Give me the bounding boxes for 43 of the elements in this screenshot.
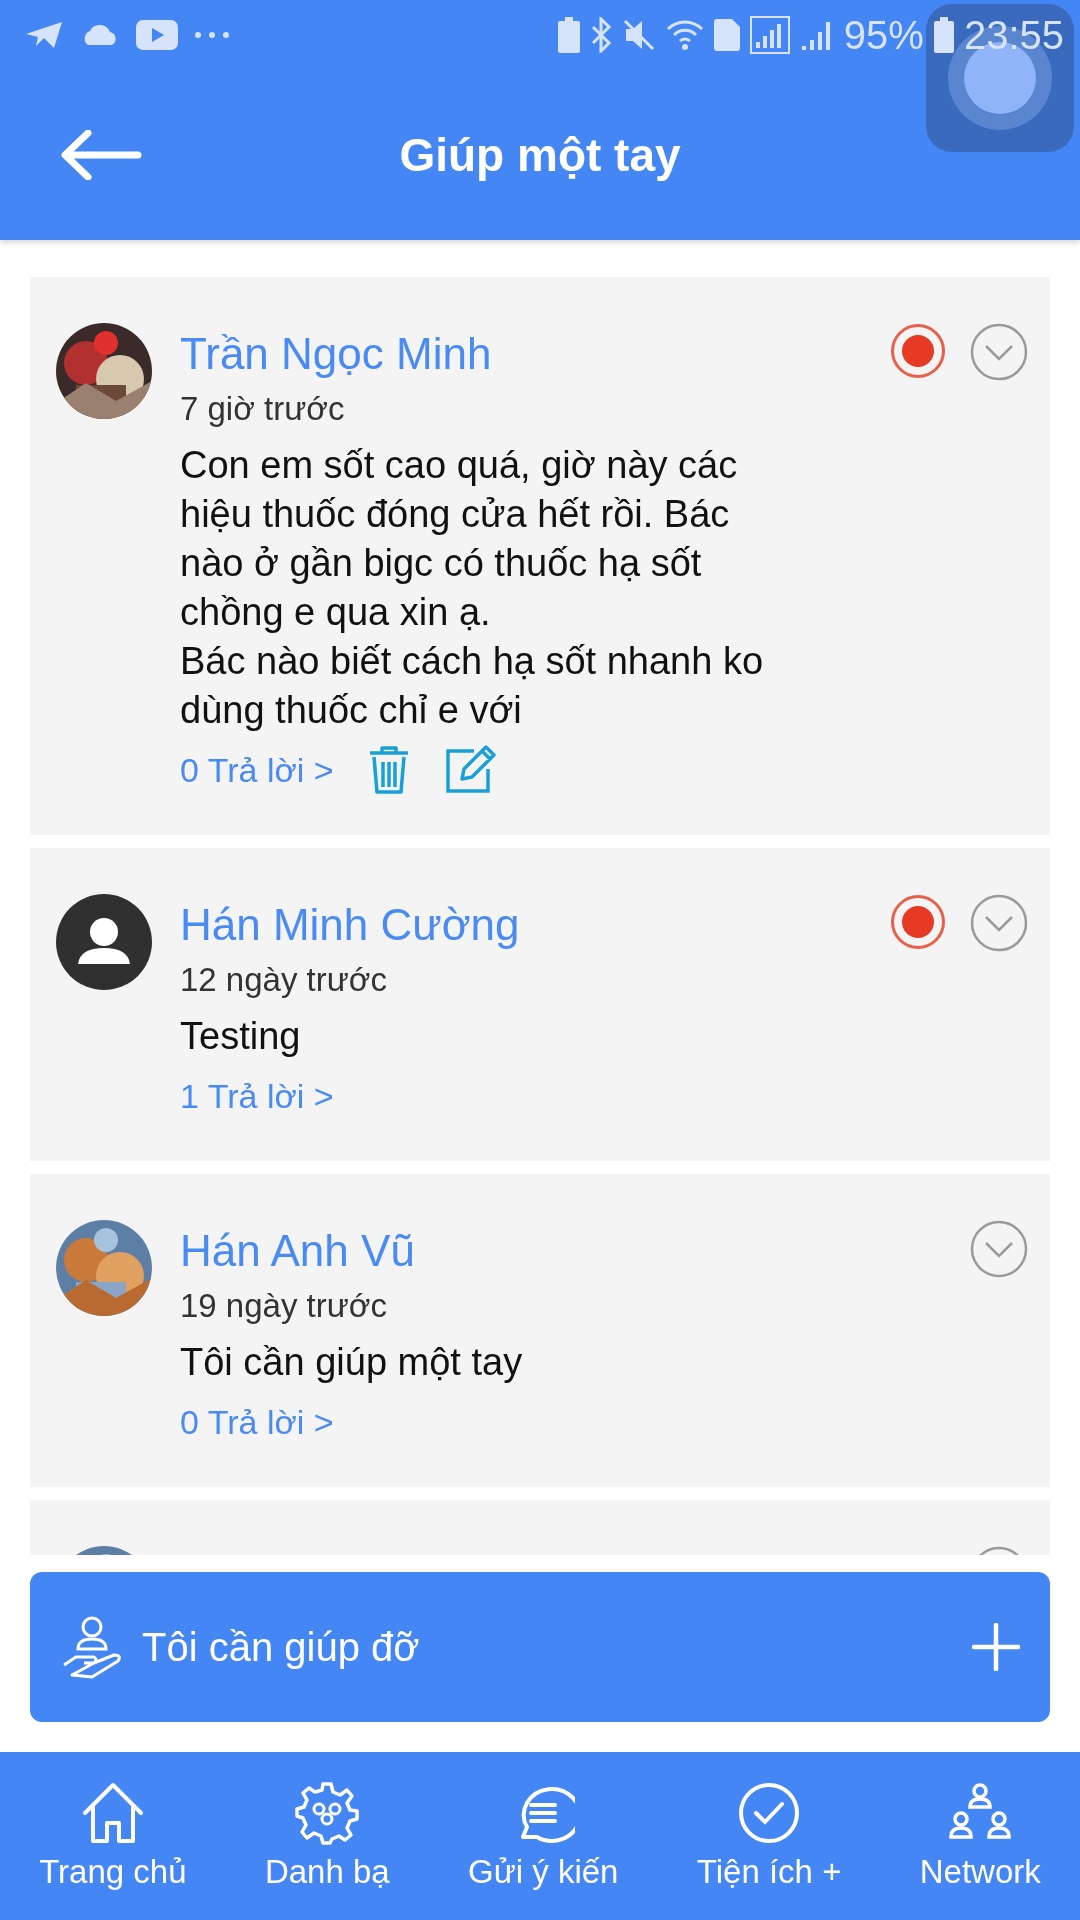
edit-icon[interactable] [443, 745, 498, 795]
nav-tab[interactable]: Danh bạ [264, 1781, 390, 1891]
back-icon[interactable] [60, 130, 142, 180]
replies-link[interactable]: 0 Trả lời > [180, 745, 334, 795]
plus-icon [972, 1623, 1020, 1671]
nav-tab[interactable]: Trang chủ [39, 1781, 187, 1891]
author-name[interactable]: Hán Anh Vũ [180, 1220, 415, 1282]
nav-tab[interactable]: Network [919, 1781, 1041, 1891]
wifi-icon [665, 19, 704, 51]
bluetooth-icon [589, 17, 612, 53]
author-name[interactable]: Hán Minh Cường [180, 894, 520, 956]
floating-touch-button[interactable] [926, 4, 1074, 152]
play-icon [136, 20, 178, 50]
post-time: 12 ngày trước [180, 960, 387, 1000]
replies-link[interactable]: 0 Trả lời > [180, 1397, 334, 1447]
delete-icon[interactable] [367, 745, 410, 795]
clock: 23:55 [963, 12, 1064, 58]
chevron-down-icon[interactable] [970, 894, 1028, 952]
helping-hand-icon [62, 1615, 124, 1679]
replies-link[interactable]: 1 Trả lời > [180, 1071, 334, 1121]
nav-tab[interactable]: Gửi ý kiến [468, 1781, 619, 1891]
post-time: 19 ngày trước [180, 1286, 387, 1326]
post-time: 7 giờ trước [180, 389, 345, 429]
mute-icon [621, 18, 656, 52]
post-text: Con em sốt cao quá, giờ này các hiệu thuốc đóng cửa hết rồi. Bác nào ở gần bigc có thuốc hạ sốt chồng e qua xin ạ. Bác nào biết cách hạ sốt nhanh ko dùng thuốc chỉ e với [180, 443, 765, 733]
author-name[interactable]: Trần Ngọc Minh [180, 323, 492, 385]
check-circle-icon [737, 1781, 802, 1845]
chevron-down-icon[interactable] [970, 323, 1028, 381]
avatar-icon [56, 894, 152, 990]
nav-tab[interactable]: Tiện ích + [696, 1781, 842, 1891]
chevron-down-icon[interactable] [970, 1220, 1028, 1278]
sim-icon [713, 19, 740, 51]
post-text: Testing [180, 1014, 302, 1059]
help-request-button[interactable]: Tôi cần giúp đỡ [30, 1572, 1050, 1722]
screen-title: Giúp một tay [399, 128, 681, 182]
battery-percent: 95% [843, 12, 924, 58]
battery-icon [933, 17, 954, 53]
more-icon [194, 31, 230, 39]
signal-icon [749, 16, 790, 54]
battery-saver-icon [557, 17, 580, 53]
home-icon [80, 1781, 145, 1845]
gear-icon [295, 1781, 360, 1845]
post-text: Tôi cần giúp một tay [180, 1340, 524, 1385]
